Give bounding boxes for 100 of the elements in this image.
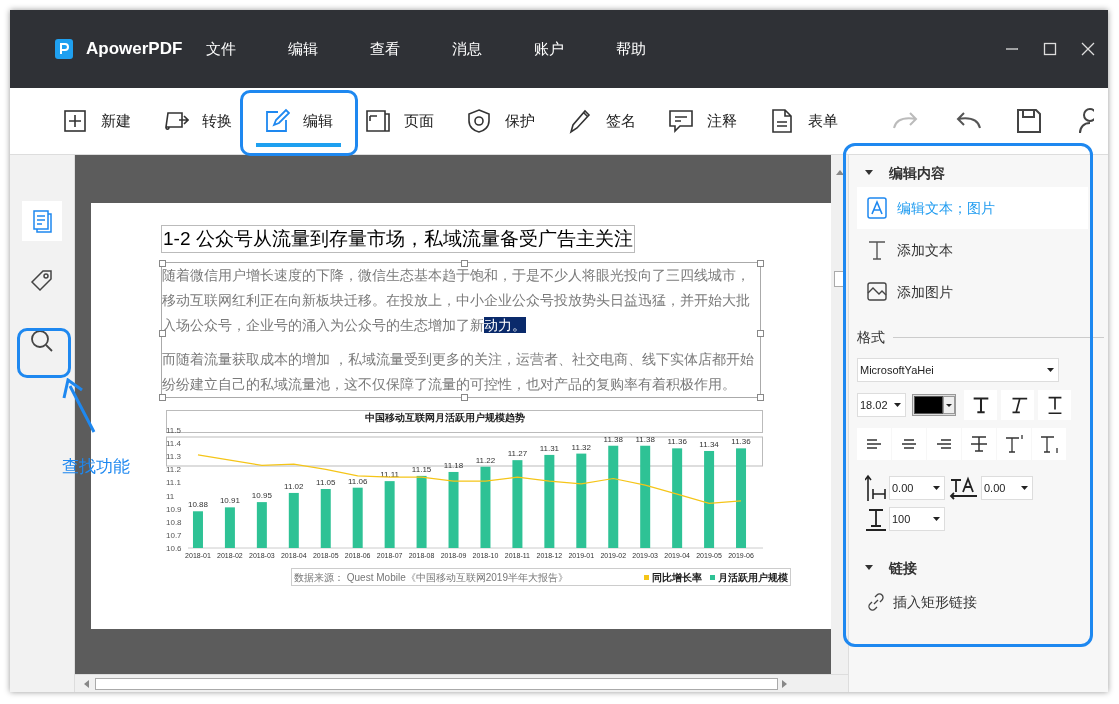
data-label: 11.15 [411, 464, 432, 474]
data-label: 11.36 [667, 437, 687, 447]
resize-handle[interactable] [757, 260, 764, 267]
color-picker[interactable] [912, 394, 956, 416]
data-label: 11.18 [443, 460, 464, 470]
section-title: 编辑内容 [889, 163, 945, 183]
search-icon [29, 328, 55, 354]
section-title: 链接 [889, 558, 917, 578]
paragraph: 而随着流量获取成本的增加 ，私域流量受到更多的关注，运营者、社交电商、线下实体店都开始纷纷建立自己的私域流量池，这不仅保障了流量的可控性，也对产品的复购率有着积极作用。 [162, 350, 755, 394]
link-icon [867, 593, 885, 611]
toolbar-button[interactable]: 新建 [54, 95, 139, 147]
scale-dropdown[interactable]: 100 [889, 507, 945, 531]
toolbar-button[interactable]: 签名 [559, 95, 644, 147]
character-spacing-icon [947, 475, 979, 501]
toolbar-button[interactable]: 编辑 [256, 95, 341, 147]
y-tick-label: 11.2 [166, 465, 181, 475]
new-icon [62, 108, 88, 134]
resize-handle[interactable] [461, 260, 468, 267]
toolbar-button[interactable]: 注释 [660, 95, 745, 147]
bar [256, 502, 267, 548]
form-icon [769, 108, 795, 134]
toolbar-button[interactable]: 转换 [155, 95, 240, 147]
y-tick-label: 11.5 [166, 426, 181, 435]
scroll-up-icon[interactable] [835, 169, 844, 175]
horizontal-scrollbar[interactable] [75, 674, 848, 692]
style-button[interactable] [1038, 390, 1071, 420]
data-label: 10.95 [251, 491, 272, 501]
panel-item[interactable]: 插入矩形链接 [857, 582, 1088, 622]
size-dropdown[interactable]: 18.02 [857, 393, 906, 417]
bar [352, 487, 363, 548]
y-tick-label: 11.4 [166, 439, 181, 449]
y-tick-label: 11.1 [166, 478, 181, 488]
y-tick-label: 11 [166, 491, 175, 501]
dropdown-caret-icon [933, 486, 940, 490]
resize-handle[interactable] [461, 394, 468, 401]
pencil-square-icon [264, 108, 290, 134]
menu-item[interactable]: 消息 [452, 37, 534, 61]
line-spacing-icon [865, 474, 887, 502]
bar [288, 492, 299, 548]
dropdown-caret-icon [894, 403, 901, 407]
format-button[interactable] [857, 428, 891, 460]
section-title: 格式 [857, 328, 885, 347]
y-tick-label: 10.7 [166, 530, 182, 540]
scroll-thumb[interactable] [95, 677, 778, 690]
data-label: 11.05 [316, 478, 336, 487]
menu-item[interactable]: 查看 [370, 37, 452, 61]
scroll-right-icon[interactable] [782, 679, 788, 688]
data-label: 11.31 [539, 443, 560, 453]
tag-icon [29, 268, 55, 294]
chart-source: 数据来源： Quest Mobile《中国移动互联网2019半年大报告》 [294, 570, 569, 585]
format-button[interactable] [892, 428, 926, 460]
legend-label: 月活跃用户规模 [718, 570, 788, 585]
style-button[interactable] [964, 390, 997, 420]
panel-item[interactable]: 添加图片 [857, 271, 1088, 313]
maximize-icon[interactable] [1042, 41, 1058, 57]
format-button[interactable] [1032, 428, 1066, 460]
menu-item[interactable]: 账户 [534, 37, 616, 61]
bar [224, 507, 235, 548]
collapse-caret-icon[interactable] [865, 565, 873, 571]
data-label: 11.06 [348, 476, 368, 486]
y-tick-label: 10.8 [166, 517, 182, 527]
format-button[interactable] [927, 428, 961, 460]
data-label: 11.38 [635, 434, 655, 444]
resize-handle[interactable] [757, 330, 764, 337]
image-icon [867, 281, 887, 303]
font-dropdown[interactable]: MicrosoftYaHei [857, 358, 1059, 382]
menu-item[interactable]: 编辑 [288, 37, 370, 61]
dropdown-caret-icon [933, 517, 940, 521]
style-button[interactable] [1001, 390, 1034, 420]
shield-icon [466, 108, 492, 134]
resize-handle[interactable] [159, 330, 166, 337]
chart-title: 中国移动互联网月活跃用户规模趋势 [364, 412, 525, 423]
comment-icon [668, 108, 694, 134]
text-a-icon [867, 197, 887, 219]
toolbar-button[interactable]: 页面 [357, 95, 442, 147]
close-icon[interactable] [1080, 41, 1096, 57]
scroll-left-icon[interactable] [83, 679, 89, 688]
toolbar-button[interactable]: 保护 [458, 95, 543, 147]
save-icon[interactable] [1016, 108, 1042, 134]
document-heading: 1-2 公众号从流量到存量市场，私域流量备受广告主关注 [161, 225, 635, 253]
format-button[interactable] [962, 428, 996, 460]
character-spacing-dropdown[interactable]: 0.00 [981, 476, 1033, 500]
data-label: 11.02 [284, 481, 304, 491]
user-icon[interactable] [1076, 107, 1094, 135]
y-tick-label: 10.9 [166, 504, 182, 514]
toolbar-button[interactable]: 表单 [761, 95, 846, 147]
bar [320, 489, 331, 548]
pen-icon [567, 108, 593, 134]
format-button[interactable] [997, 428, 1031, 460]
collapse-caret-icon[interactable] [865, 170, 873, 176]
menu-item[interactable]: 帮助 [616, 37, 698, 61]
data-label: 11.34 [699, 440, 719, 449]
text-t-icon [867, 239, 887, 261]
bar [192, 511, 203, 548]
resize-handle[interactable] [159, 260, 166, 267]
panel-item[interactable]: 添加文本 [857, 229, 1088, 271]
menu-item[interactable]: 文件 [206, 37, 288, 61]
resize-handle[interactable] [159, 394, 166, 401]
line-spacing-dropdown[interactable]: 0.00 [889, 476, 945, 500]
resize-handle[interactable] [757, 394, 764, 401]
